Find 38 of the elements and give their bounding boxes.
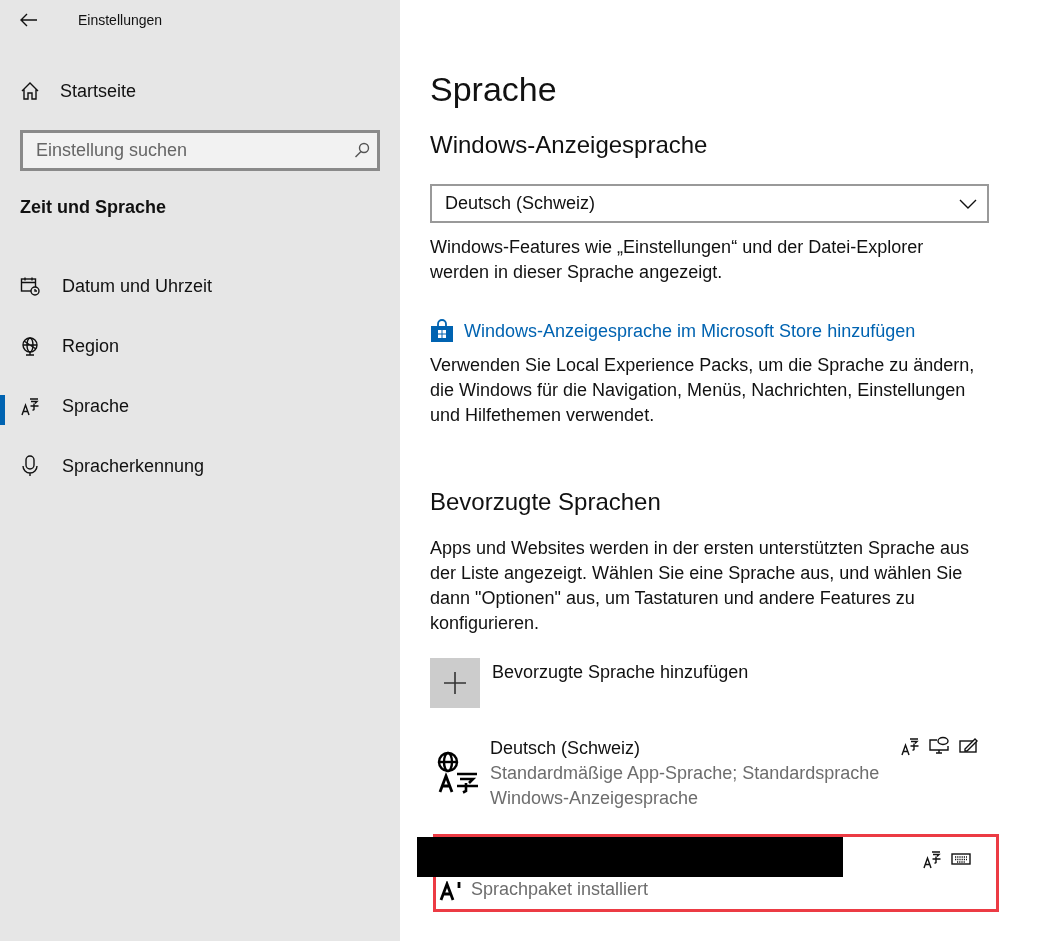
- calendar-clock-icon: [20, 276, 40, 296]
- window-title: Einstellungen: [78, 12, 163, 28]
- plus-icon: [444, 672, 466, 694]
- home-icon: [20, 81, 40, 101]
- description-text: Verwenden Sie Local Experience Packs, um die Sprache zu ändern, die Windows für die Navigation, Menüs, Nachrichten, Einstellungen und Hilfethemen verwendet.: [430, 354, 975, 427]
- language-icon: [439, 881, 461, 901]
- nav-item[interactable]: Datum und Uhrzeit: [0, 256, 400, 316]
- language-icon: [900, 736, 920, 756]
- store-link[interactable]: Windows-Anzeigesprache im Microsoft Store hinzufügen: [464, 320, 916, 342]
- language-detail: Sprachpaket installiert: [471, 878, 650, 901]
- globe-icon: [20, 336, 40, 356]
- language-detail: Standardmäßige App-Sprache; Standardsprache Windows-Anzeigesprache: [490, 762, 881, 810]
- section-heading: Zeit und Sprache: [19, 196, 168, 219]
- add-language-label[interactable]: Bevorzugte Sprache hinzufügen: [492, 662, 749, 683]
- description-text: Apps und Websites werden in der ersten unterstützten Sprache aus der Liste angezeigt. Wählen Sie eine Sprache aus, und wählen Sie dann "Optionen" aus, um Tastaturen und andere Features zu konfigurieren.: [430, 537, 970, 635]
- search-field[interactable]: Einstellung suchen: [20, 130, 380, 171]
- language-icon: [20, 396, 40, 416]
- home-nav-item[interactable]: Startseite: [0, 60, 400, 122]
- globe-language-icon: [436, 750, 480, 794]
- nav-item[interactable]: Region: [0, 316, 400, 376]
- search-icon: [354, 142, 370, 158]
- back-arrow-icon[interactable]: [20, 13, 38, 27]
- description-text: Windows-Features wie „Einstellungen“ und der Datei-Explorer werden in dieser Sprache angezeigt.: [430, 236, 925, 284]
- language-icon: [922, 849, 942, 869]
- chevron-down-icon: [959, 198, 977, 209]
- section-heading: Bevorzugte Sprachen: [430, 488, 662, 516]
- add-language-button[interactable]: [430, 658, 480, 708]
- language-name: Deutsch (Schweiz): [490, 737, 642, 760]
- language-item[interactable]: Deutsch (Schweiz) Standardmäßige App-Sprache; Standardsprache Windows-Anzeigesprache: [430, 736, 996, 818]
- monitor-speech-icon: [928, 736, 950, 756]
- nav-item[interactable]: Spracherkennung: [0, 436, 400, 496]
- nav-item[interactable]: Sprache: [0, 376, 400, 436]
- microphone-icon: [20, 455, 40, 477]
- section-heading: Windows-Anzeigesprache: [430, 131, 709, 159]
- language-dropdown[interactable]: Deutsch (Schweiz): [430, 184, 989, 223]
- shopping-bag-icon: [430, 319, 454, 343]
- pen-pad-icon: [958, 736, 980, 756]
- page-title: Sprache: [430, 70, 558, 109]
